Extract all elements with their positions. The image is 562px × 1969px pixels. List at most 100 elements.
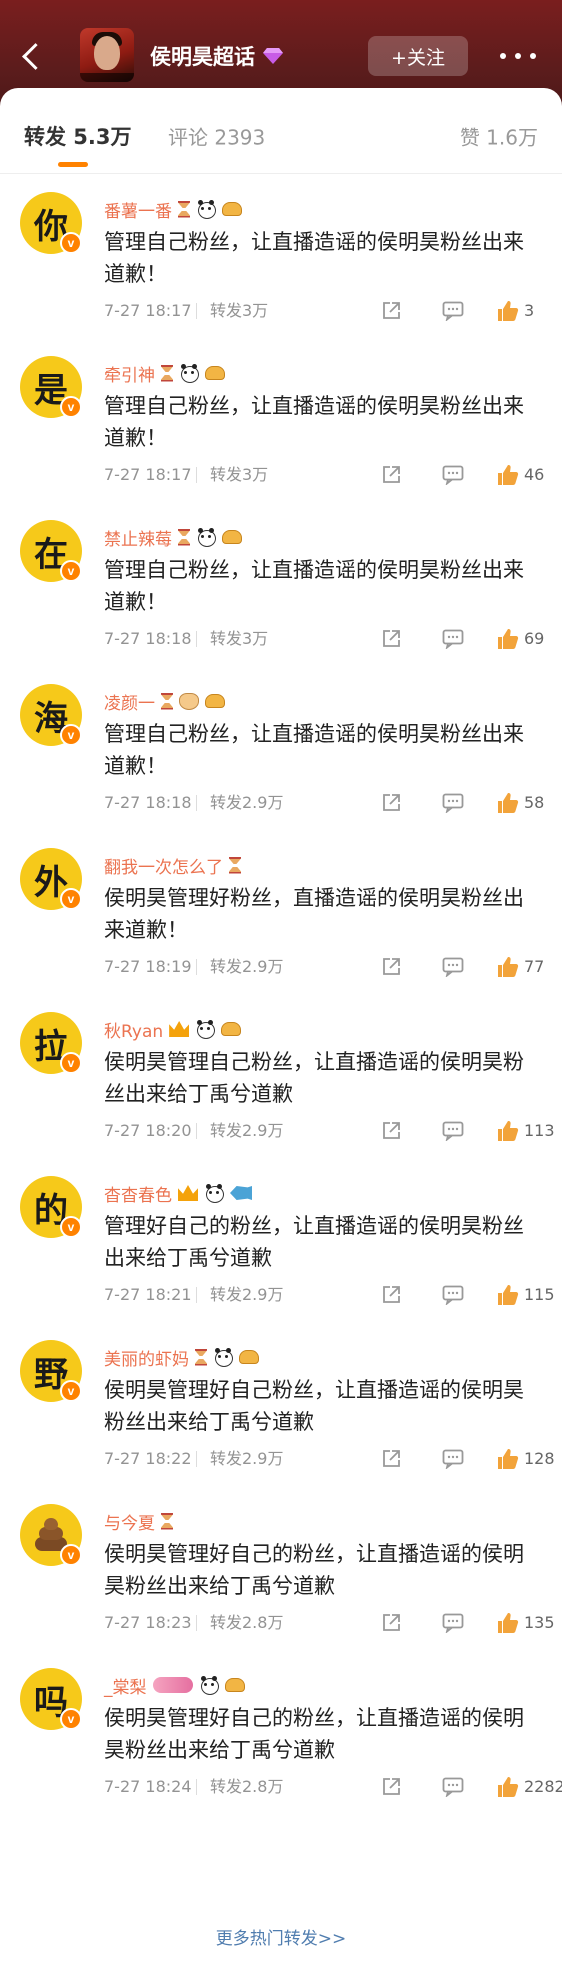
repost-item[interactable]: 是 v 牵引神 管理自己粉丝，让直播造谣的侯明昊粉丝出来道歉！ 7-27 18:…	[0, 338, 562, 502]
diamond-icon	[263, 48, 283, 64]
like-count: 77	[524, 957, 545, 976]
username[interactable]: 凌颜一	[104, 689, 155, 714]
topic-avatar[interactable]	[80, 28, 134, 82]
repost-count: 转发2.9万	[210, 1285, 284, 1304]
more-reposts-link[interactable]: 更多热门转发>>	[0, 1924, 562, 1949]
repost-item[interactable]: 海 v 凌颜一 管理自己粉丝，让直播造谣的侯明昊粉丝出来道歉！ 7-27 18:…	[0, 666, 562, 830]
like-count: 69	[524, 629, 545, 648]
repost-item[interactable]: v 与今夏 侯明昊管理好自己的粉丝，让直播造谣的侯明昊粉丝出来给丁禹兮道歉 7-…	[0, 1486, 562, 1650]
thumbs-up-icon[interactable]	[496, 1447, 520, 1471]
repost-item[interactable]: 吗 v _棠梨 侯明昊管理好自己的粉丝，让直播造谣的侯明昊粉丝出来给丁禹兮道歉 …	[0, 1650, 562, 1814]
divider	[196, 959, 197, 975]
thumbs-up-icon[interactable]	[496, 1775, 520, 1799]
share-icon[interactable]	[380, 628, 402, 650]
username[interactable]: 美丽的虾妈	[104, 1345, 189, 1370]
snack-icon	[205, 366, 225, 380]
tab-comments[interactable]: 评论 2393	[168, 122, 265, 151]
fish-icon	[230, 1186, 252, 1200]
timestamp: 7-27 18:18	[104, 629, 192, 648]
item-meta: 7-27 18:18 转发2.9万 58	[104, 790, 544, 816]
tab-likes[interactable]: 赞 1.6万	[460, 122, 538, 151]
tab-bar: 转发 5.3万 评论 2393 赞 1.6万	[0, 88, 562, 174]
username[interactable]: 杳杳春色	[104, 1181, 172, 1206]
comment-icon[interactable]	[442, 301, 464, 321]
thumbs-up-icon[interactable]	[496, 1611, 520, 1635]
item-meta: 7-27 18:17 转发3万 3	[104, 298, 544, 324]
repost-item[interactable]: 野 v 美丽的虾妈 侯明昊管理好自己粉丝，让直播造谣的侯明昊粉丝出来给丁禹兮道歉…	[0, 1322, 562, 1486]
thumbs-up-icon[interactable]	[496, 955, 520, 979]
comment-icon[interactable]	[442, 629, 464, 649]
repost-item[interactable]: 外 v 翻我一次怎么了 侯明昊管理好粉丝，直播造谣的侯明昊粉丝出来道歉！ 7-2…	[0, 830, 562, 994]
snack-icon	[221, 1022, 242, 1036]
comment-icon[interactable]	[442, 1285, 464, 1305]
comment-icon[interactable]	[442, 1121, 464, 1141]
username-row: 翻我一次怎么了	[104, 852, 241, 878]
item-meta: 7-27 18:21 转发2.9万 115	[104, 1282, 555, 1308]
repost-item[interactable]: 的 v 杳杳春色 管理好自己的粉丝，让直播造谣的侯明昊粉丝出来给丁禹兮道歉 7-…	[0, 1158, 562, 1322]
item-meta: 7-27 18:22 转发2.9万 128	[104, 1446, 555, 1472]
timestamp: 7-27 18:18	[104, 793, 192, 812]
username[interactable]: 牵引神	[104, 361, 155, 386]
item-meta: 7-27 18:17 转发3万 46	[104, 462, 544, 488]
hourglass-icon	[178, 529, 190, 546]
repost-text: 侯明昊管理好自己粉丝，让直播造谣的侯明昊粉丝出来给丁禹兮道歉	[104, 1378, 524, 1434]
share-icon[interactable]	[380, 792, 402, 814]
username[interactable]: 与今夏	[104, 1509, 155, 1534]
divider	[196, 1451, 197, 1467]
item-meta: 7-27 18:19 转发2.9万 77	[104, 954, 544, 980]
hourglass-icon	[161, 365, 173, 382]
verified-badge-icon: v	[60, 1216, 82, 1238]
verified-badge-icon: v	[60, 1052, 82, 1074]
username[interactable]: 秋Ryan	[104, 1017, 163, 1042]
share-icon[interactable]	[380, 464, 402, 486]
username[interactable]: 禁止辣莓	[104, 525, 172, 550]
thumbs-up-icon[interactable]	[496, 627, 520, 651]
timestamp: 7-27 18:17	[104, 465, 192, 484]
follow-button[interactable]: +关注	[368, 36, 468, 76]
share-icon[interactable]	[380, 1612, 402, 1634]
comment-icon[interactable]	[442, 1613, 464, 1633]
divider	[196, 795, 197, 811]
comment-icon[interactable]	[442, 1449, 464, 1469]
repost-item[interactable]: 你 v 番薯一番 管理自己粉丝，让直播造谣的侯明昊粉丝出来道歉！ 7-27 18…	[0, 174, 562, 338]
divider	[196, 303, 197, 319]
item-meta: 7-27 18:24 转发2.8万 2282	[104, 1774, 562, 1800]
share-icon[interactable]	[380, 1776, 402, 1798]
comment-icon[interactable]	[442, 793, 464, 813]
tab-reposts[interactable]: 转发 5.3万	[24, 121, 132, 151]
thumbs-up-icon[interactable]	[496, 791, 520, 815]
snack-icon	[205, 694, 225, 708]
like-count: 58	[524, 793, 545, 812]
repost-text: 侯明昊管理自己粉丝，让直播造谣的侯明昊粉丝出来给丁禹兮道歉	[104, 1050, 524, 1106]
username-row: 秋Ryan	[104, 1016, 242, 1042]
topic-title-group[interactable]: 侯明昊超话	[150, 40, 283, 72]
username-row: 凌颜一	[104, 688, 225, 714]
username[interactable]: 翻我一次怎么了	[104, 853, 223, 878]
share-icon[interactable]	[380, 956, 402, 978]
topic-title: 侯明昊超话	[150, 45, 255, 69]
comment-icon[interactable]	[442, 1777, 464, 1797]
comment-icon[interactable]	[442, 465, 464, 485]
repost-text: 侯明昊管理好自己的粉丝，让直播造谣的侯明昊粉丝出来给丁禹兮道歉	[104, 1542, 524, 1598]
back-arrow-icon[interactable]	[16, 36, 48, 76]
like-count: 115	[524, 1285, 555, 1304]
share-icon[interactable]	[380, 300, 402, 322]
verified-badge-icon: v	[60, 560, 82, 582]
more-options-icon[interactable]	[496, 42, 540, 70]
snack-icon	[239, 1350, 259, 1364]
share-icon[interactable]	[380, 1448, 402, 1470]
repost-item[interactable]: 在 v 禁止辣莓 管理自己粉丝，让直播造谣的侯明昊粉丝出来道歉！ 7-27 18…	[0, 502, 562, 666]
thumbs-up-icon[interactable]	[496, 1119, 520, 1143]
thumbs-up-icon[interactable]	[496, 463, 520, 487]
share-icon[interactable]	[380, 1284, 402, 1306]
thumbs-up-icon[interactable]	[496, 1283, 520, 1307]
comment-icon[interactable]	[442, 957, 464, 977]
repost-item[interactable]: 拉 v 秋Ryan 侯明昊管理自己粉丝，让直播造谣的侯明昊粉丝出来给丁禹兮道歉 …	[0, 994, 562, 1158]
divider	[196, 467, 197, 483]
username[interactable]: 番薯一番	[104, 197, 172, 222]
thumbs-up-icon[interactable]	[496, 299, 520, 323]
repost-count: 转发3万	[210, 465, 269, 484]
username[interactable]: _棠梨	[104, 1673, 147, 1698]
share-icon[interactable]	[380, 1120, 402, 1142]
timestamp: 7-27 18:20	[104, 1121, 192, 1140]
